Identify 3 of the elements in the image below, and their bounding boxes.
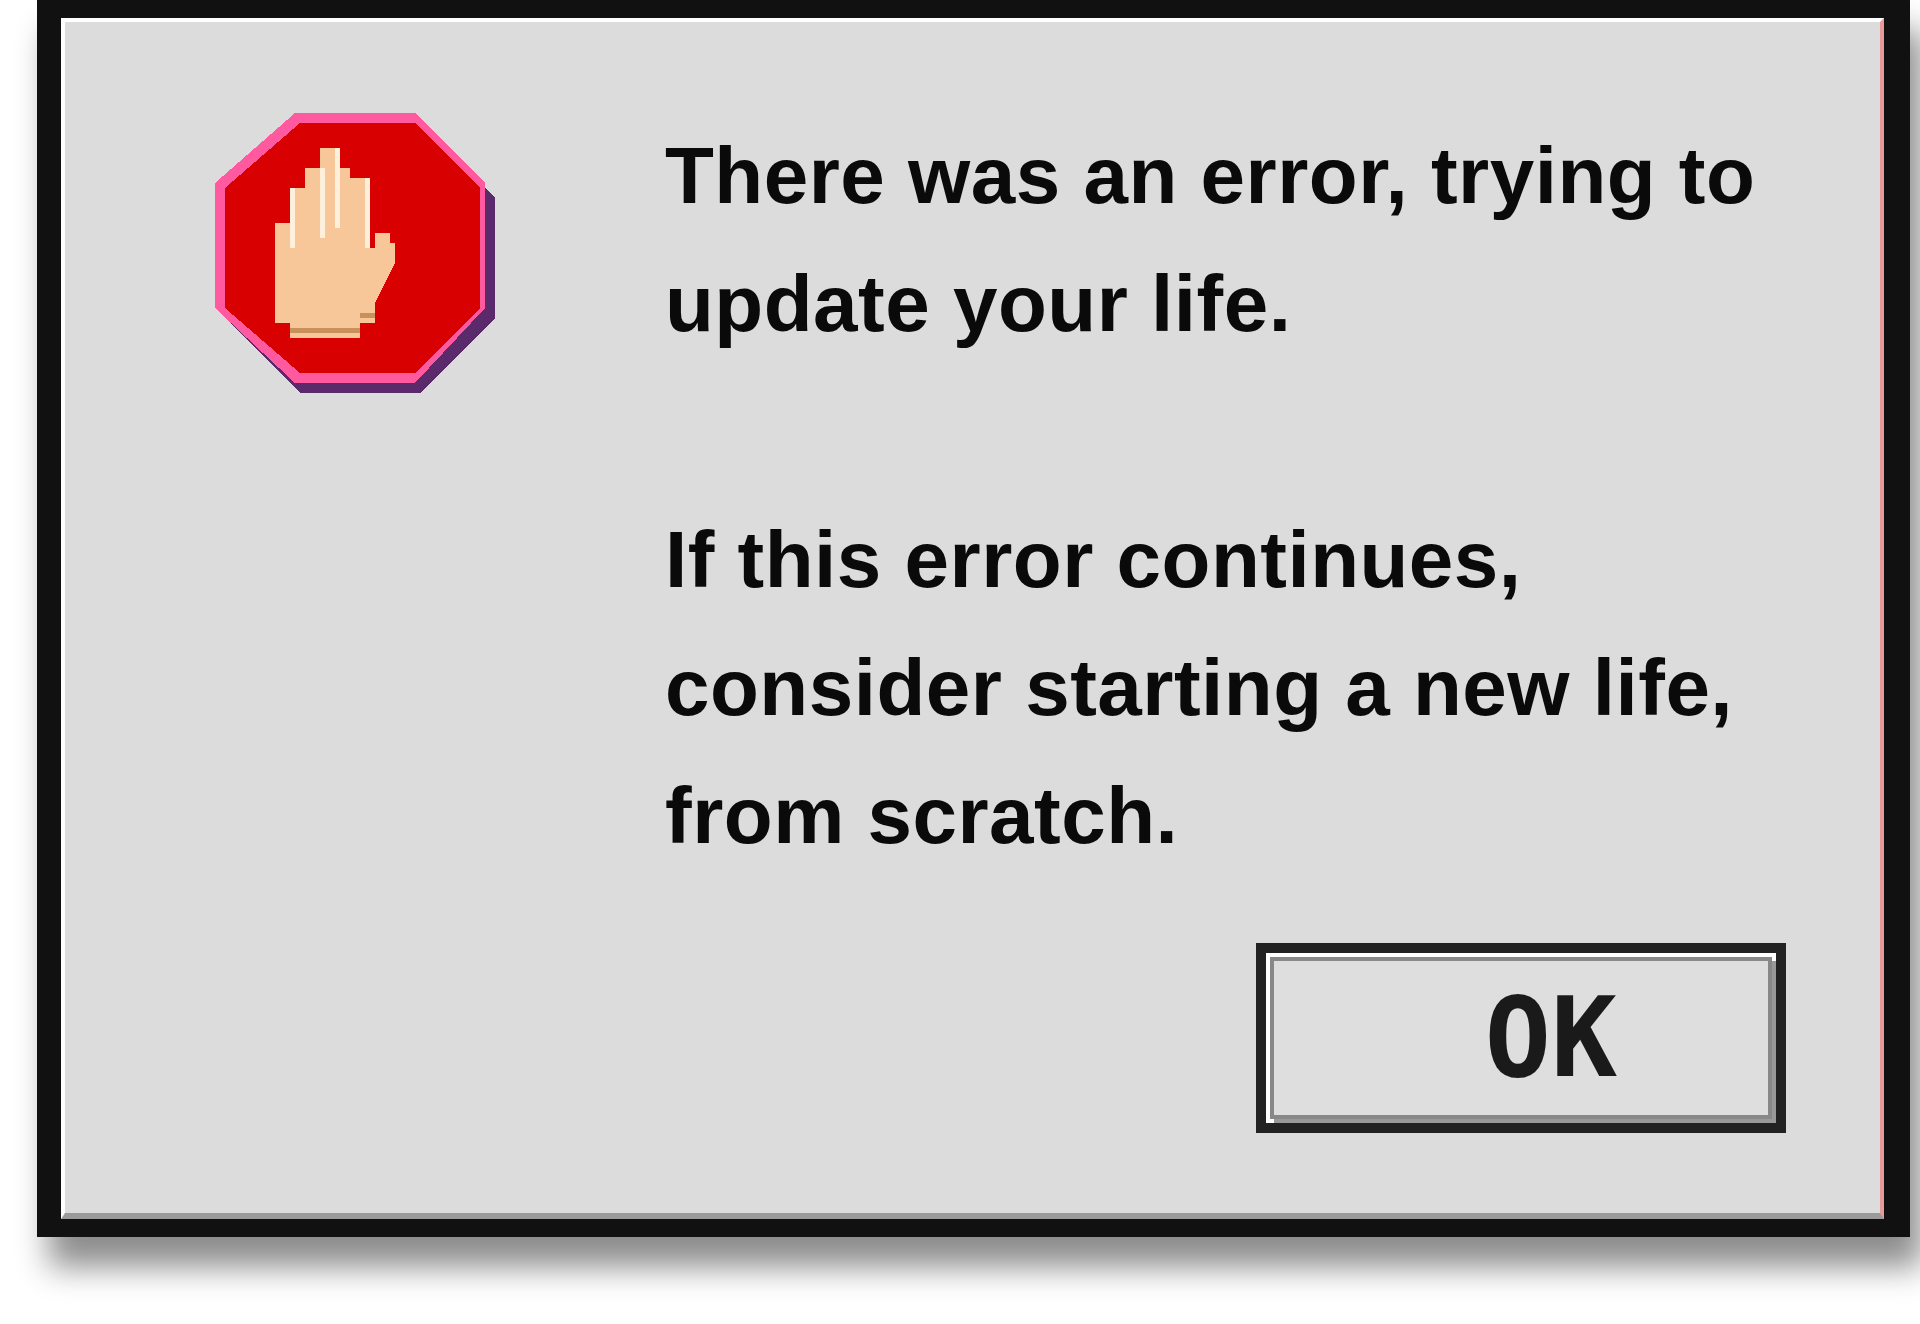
error-message: There was an error, trying to update your life. — [665, 130, 1757, 350]
error-message: If this error continues, consider starting a new life, from scratch. — [665, 514, 1735, 862]
ok-button[interactable]: OK — [1256, 943, 1786, 1133]
